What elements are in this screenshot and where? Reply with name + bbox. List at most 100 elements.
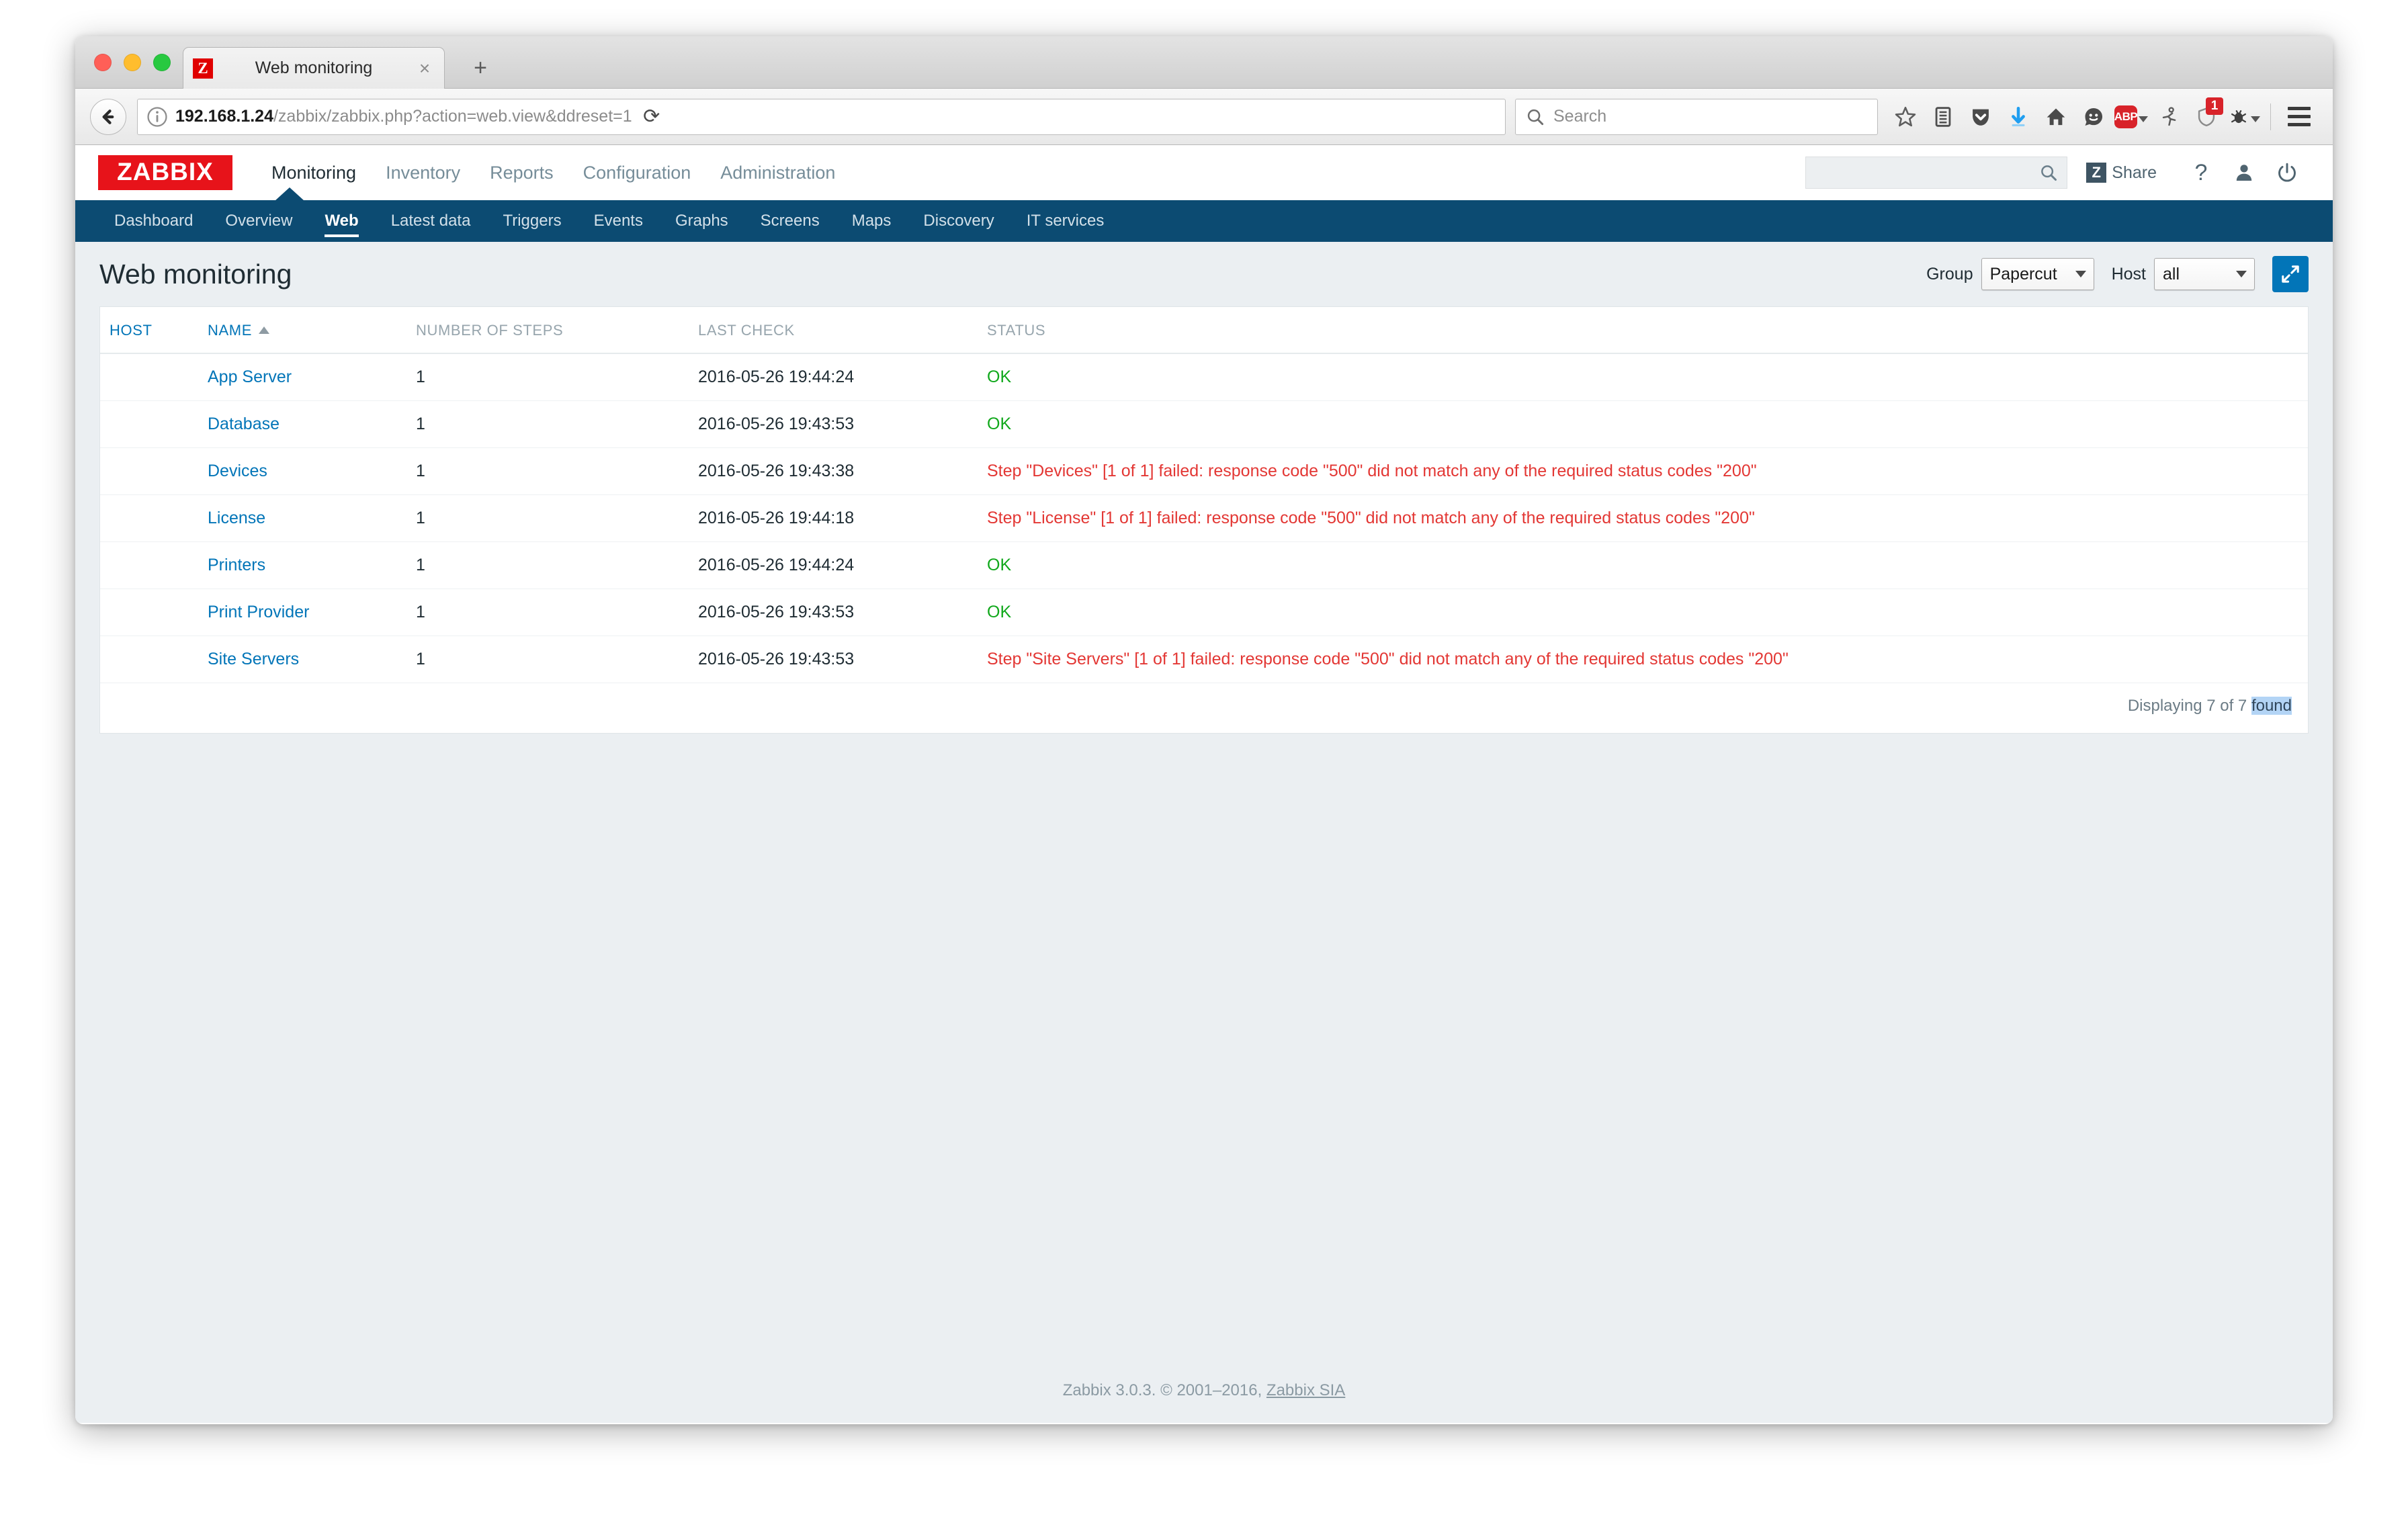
column-header-last-check: LAST CHECK (698, 307, 987, 354)
footer-zabbix-sia-link[interactable]: Zabbix SIA (1266, 1381, 1345, 1399)
search-icon (2041, 165, 2057, 181)
sign-out-button[interactable] (2266, 157, 2309, 189)
cell-name[interactable]: Devices (208, 447, 416, 495)
table-body: App Server 1 2016-05-26 19:44:24 OK Data… (100, 353, 2308, 683)
cell-last-check: 2016-05-26 19:43:38 (698, 447, 987, 495)
browser-search-bar[interactable]: Search (1515, 98, 1878, 135)
browser-search-placeholder: Search (1553, 107, 1607, 126)
bug-icon (2231, 110, 2246, 123)
zabbix-search-input[interactable] (1805, 157, 2068, 189)
help-button[interactable]: ? (2180, 157, 2223, 189)
main-menu-item-administration[interactable]: Administration (705, 156, 850, 190)
window-minimize-button[interactable] (124, 54, 141, 71)
reading-list-icon (1935, 106, 1951, 127)
url-bar[interactable]: 192.168.1.24/zabbix/zabbix.php?action=we… (137, 98, 1506, 135)
web-scenario-link[interactable]: App Server (208, 367, 292, 386)
cell-name[interactable]: Site Servers (208, 636, 416, 683)
home-button[interactable] (2039, 99, 2073, 135)
menu-line (2288, 123, 2311, 126)
window-zoom-button[interactable] (153, 54, 171, 71)
fullscreen-toggle-button[interactable] (2272, 256, 2309, 292)
main-menu-item-inventory[interactable]: Inventory (371, 156, 475, 190)
subnav-item-screens[interactable]: Screens (744, 200, 836, 242)
main-menu-item-configuration[interactable]: Configuration (568, 156, 706, 190)
back-button[interactable] (90, 98, 126, 135)
table-row[interactable]: Print Provider 1 2016-05-26 19:43:53 OK (100, 589, 2308, 636)
subnav-item-latest-data[interactable]: Latest data (375, 200, 487, 242)
cell-name[interactable]: App Server (208, 353, 416, 401)
table-row[interactable]: Site Servers 1 2016-05-26 19:43:53 Step … (100, 636, 2308, 683)
group-filter-value: Papercut (1989, 264, 2057, 284)
ghostery-button[interactable] (2152, 99, 2186, 135)
column-header-name[interactable]: NAME (208, 307, 416, 354)
extension-button[interactable] (2227, 99, 2261, 135)
subnav-item-web[interactable]: Web (308, 200, 374, 242)
table-header: HOST NAME NUMBER OF STEPS LAST CHECK STA… (100, 307, 2308, 354)
share-button[interactable]: Z Share (2086, 163, 2157, 183)
adblock-plus-button[interactable]: ABP (2114, 99, 2149, 135)
web-scenario-link[interactable]: License (208, 509, 265, 527)
abp-icon: ABP (2114, 105, 2138, 128)
web-scenario-link[interactable]: Devices (208, 462, 267, 480)
main-menu-item-monitoring[interactable]: Monitoring (257, 156, 371, 190)
download-arrow-icon (2012, 106, 2025, 126)
web-scenario-link[interactable]: Database (208, 415, 280, 433)
subnav-item-dashboard[interactable]: Dashboard (98, 200, 209, 242)
subnav-item-it-services[interactable]: IT services (1010, 200, 1121, 242)
desktop-background: Z Web monitoring × + 192.168.1.24/zabbix… (0, 0, 2408, 1525)
web-scenario-link[interactable]: Print Provider (208, 603, 309, 621)
subnav-item-triggers[interactable]: Triggers (486, 200, 577, 242)
table-row[interactable]: Database 1 2016-05-26 19:43:53 OK (100, 400, 2308, 448)
menu-line (2288, 115, 2311, 118)
downloads-button[interactable] (2002, 99, 2035, 135)
status-badge: OK (987, 415, 1012, 433)
browser-menu-button[interactable] (2280, 99, 2318, 135)
pocket-button[interactable] (1964, 99, 1997, 135)
subnav-item-discovery[interactable]: Discovery (907, 200, 1010, 242)
host-filter-select[interactable]: all (2154, 258, 2255, 290)
cell-status: Step "Devices" [1 of 1] failed: response… (987, 447, 2308, 495)
privacy-shield-button[interactable]: 1 (2190, 97, 2223, 135)
cell-name[interactable]: Printers (208, 541, 416, 589)
reload-button[interactable]: ⟳ (632, 105, 671, 128)
column-header-host[interactable]: HOST (100, 307, 208, 354)
window-close-button[interactable] (94, 54, 112, 71)
page-info-icon[interactable] (146, 105, 169, 128)
cell-steps: 1 (416, 494, 698, 542)
cell-name[interactable]: Print Provider (208, 589, 416, 636)
browser-tab[interactable]: Z Web monitoring × (183, 47, 445, 89)
table-row[interactable]: Devices 1 2016-05-26 19:43:38 Step "Devi… (100, 447, 2308, 495)
cell-status: OK (987, 400, 2308, 448)
subnav-item-maps[interactable]: Maps (836, 200, 908, 242)
smiley-feedback-button[interactable] (2077, 99, 2110, 135)
sort-ascending-icon (258, 326, 269, 334)
bookmark-star-button[interactable] (1889, 99, 1922, 135)
tab-close-icon[interactable]: × (415, 58, 435, 79)
table-row[interactable]: Printers 1 2016-05-26 19:44:24 OK (100, 541, 2308, 589)
web-scenario-link[interactable]: Printers (208, 556, 265, 574)
chevron-down-icon[interactable] (2139, 116, 2149, 122)
table-row[interactable]: App Server 1 2016-05-26 19:44:24 OK (100, 353, 2308, 401)
subnav-item-events[interactable]: Events (578, 200, 659, 242)
zabbix-logo[interactable]: ZABBIX (98, 155, 232, 190)
page-header: Web monitoring Group Papercut Host all (75, 242, 2333, 306)
table-row[interactable]: License 1 2016-05-26 19:44:18 Step "Lice… (100, 494, 2308, 542)
user-profile-button[interactable] (2223, 157, 2266, 189)
subnav-item-overview[interactable]: Overview (209, 200, 308, 242)
subnav-item-graphs[interactable]: Graphs (659, 200, 744, 242)
cell-status: Step "Site Servers" [1 of 1] failed: res… (987, 636, 2308, 683)
pocket-shield-icon (1973, 109, 1989, 126)
web-scenario-link[interactable]: Site Servers (208, 650, 299, 668)
cell-steps: 1 (416, 400, 698, 448)
cell-name[interactable]: Database (208, 400, 416, 448)
cell-name[interactable]: License (208, 494, 416, 542)
displaying-prefix: Displaying 7 of 7 (2127, 697, 2251, 715)
shield-badge-count: 1 (2206, 97, 2223, 115)
zabbix-sub-menu: Dashboard Overview Web Latest data Trigg… (75, 200, 2333, 242)
search-icon (1527, 109, 1544, 125)
new-tab-button[interactable]: + (468, 56, 492, 79)
main-menu-item-reports[interactable]: Reports (475, 156, 568, 190)
group-filter-select[interactable]: Papercut (1981, 258, 2094, 290)
chevron-down-icon[interactable] (2251, 116, 2260, 122)
reader-list-button[interactable] (1926, 99, 1960, 135)
